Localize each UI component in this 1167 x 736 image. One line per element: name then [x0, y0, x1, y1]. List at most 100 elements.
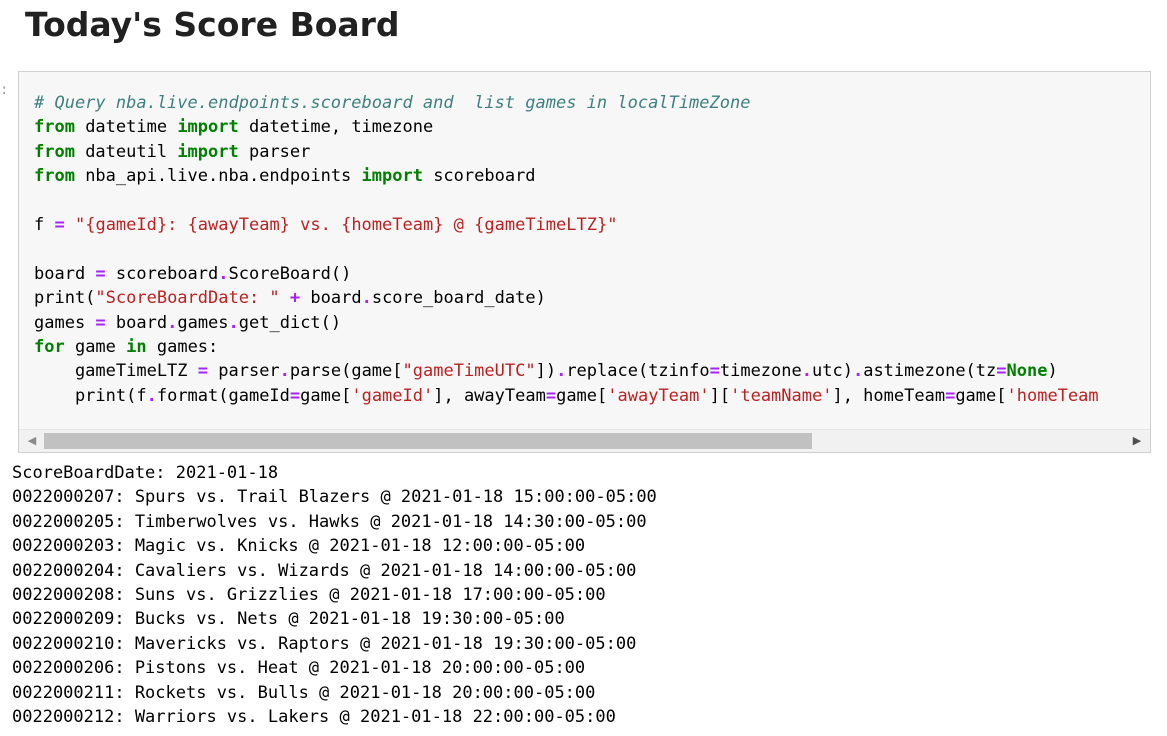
code-text: ScoreBoard(): [228, 263, 352, 284]
code-cell[interactable]: # Query nba.live.endpoints.scoreboard an…: [18, 71, 1151, 453]
code-keyword: import: [177, 141, 239, 162]
code-text: print(f: [34, 385, 147, 406]
code-operator: .: [279, 361, 290, 382]
code-text: get_dict(): [238, 312, 342, 333]
horizontal-scrollbar[interactable]: ◀ ▶: [19, 429, 1150, 452]
code-text: f: [34, 214, 55, 235]
scrollbar-thumb[interactable]: [44, 433, 812, 449]
code-operator: +: [289, 288, 301, 309]
code-string: 'homeTeam: [1006, 385, 1099, 406]
code-text: ][: [709, 385, 731, 406]
output-line: 0022000209: Bucks vs. Nets @ 2021-01-18 …: [12, 609, 565, 630]
code-operator: .: [167, 312, 178, 333]
code-operator: .: [801, 361, 812, 382]
code-line: # Query nba.live.endpoints.scoreboard an…: [34, 91, 1150, 115]
code-text: game[: [300, 385, 352, 406]
cell-output: ScoreBoardDate: 2021-01-18 0022000207: Sp…: [12, 461, 657, 729]
code-text: replace(tzinfo: [566, 361, 710, 382]
scroll-right-arrow-icon[interactable]: ▶: [1126, 430, 1148, 452]
code-line: games = board.games.get_dict(): [34, 311, 1150, 335]
code-text: ], awayTeam: [433, 385, 546, 406]
code-text: astimezone(tz: [863, 361, 997, 382]
code-text: utc): [812, 361, 853, 382]
code-keyword: from: [34, 117, 75, 138]
output-line: 0022000204: Cavaliers vs. Wizards @ 2021…: [12, 560, 637, 581]
code-operator: =: [289, 385, 301, 406]
code-operator: =: [197, 361, 209, 382]
code-text: datetime: [74, 117, 178, 138]
code-text: ): [1047, 361, 1058, 382]
code-operator: .: [218, 263, 229, 284]
code-operator: .: [228, 312, 239, 333]
cell-prompt: :: [0, 82, 9, 98]
code-text: game[: [556, 385, 608, 406]
code-line: from datetime import datetime, timezone: [34, 115, 1150, 139]
output-line: 0022000206: Pistons vs. Heat @ 2021-01-1…: [12, 658, 586, 679]
code-operator: =: [945, 385, 956, 406]
code-operator: =: [95, 263, 106, 284]
code-text: datetime, timezone: [238, 117, 434, 138]
code-text: board: [105, 312, 168, 333]
code-line: from dateutil import parser: [34, 140, 1150, 164]
code-operator: =: [709, 361, 720, 382]
code-text: games: [34, 312, 96, 333]
code-string: 'teamName': [730, 385, 833, 406]
code-text: parser: [238, 141, 311, 162]
code-keyword: for: [34, 336, 65, 357]
code-keyword: import: [361, 166, 423, 187]
code-operator: .: [146, 385, 157, 406]
code-text: gameTimeLTZ: [34, 361, 198, 382]
output-line: 0022000205: Timberwolves vs. Hawks @ 202…: [12, 511, 647, 532]
code-string: "ScoreBoardDate: ": [95, 288, 280, 309]
code-text: print(: [34, 288, 96, 309]
output-line: 0022000211: Rockets vs. Bulls @ 2021-01-…: [12, 682, 596, 703]
code-text: game[: [955, 385, 1007, 406]
code-line: print(f.format(gameId=game['gameId'], aw…: [34, 384, 1150, 408]
code-text: parser: [208, 361, 280, 382]
code-text: dateutil: [74, 141, 178, 162]
code-line: f = "{gameId}: {awayTeam} vs. {homeTeam}…: [34, 213, 1150, 237]
output-line: 0022000207: Spurs vs. Trail Blazers @ 20…: [12, 487, 657, 508]
code-text: board: [34, 263, 96, 284]
page-heading: Today's Score Board: [25, 5, 400, 44]
code-string: 'awayTeam': [607, 385, 710, 406]
code-operator: .: [556, 361, 567, 382]
code-text: game: [64, 336, 127, 357]
scroll-left-arrow-icon[interactable]: ◀: [21, 430, 43, 452]
code-text: nba_api.live.nba.endpoints: [74, 166, 362, 187]
code-keyword: import: [177, 117, 239, 138]
code-operator: =: [996, 361, 1007, 382]
code-text: parse(game[: [289, 361, 403, 382]
code-keyword: None: [1006, 361, 1048, 382]
code-text: games:: [146, 336, 219, 357]
code-keyword: from: [34, 141, 75, 162]
code-text: score_board_date): [371, 288, 546, 309]
code-line: for game in games:: [34, 335, 1150, 359]
output-line: 0022000208: Suns vs. Grizzlies @ 2021-01…: [12, 584, 606, 605]
code-operator: .: [361, 288, 372, 309]
code-string: "gameTimeUTC": [402, 361, 536, 382]
code-line: board = scoreboard.ScoreBoard(): [34, 262, 1150, 286]
output-line: 0022000210: Mavericks vs. Raptors @ 2021…: [12, 633, 637, 654]
code-operator: =: [54, 214, 65, 235]
code-text: ]): [535, 361, 557, 382]
output-line: 0022000203: Magic vs. Knicks @ 2021-01-1…: [12, 536, 586, 557]
code-string: "{gameId}: {awayTeam} vs. {homeTeam} @ {…: [74, 214, 618, 235]
code-operator: =: [95, 312, 106, 333]
output-line: ScoreBoardDate: 2021-01-18: [12, 463, 279, 483]
code-keyword: from: [34, 166, 75, 187]
code-text: scoreboard: [105, 263, 219, 284]
code-editor[interactable]: # Query nba.live.endpoints.scoreboard an…: [34, 91, 1150, 408]
code-text: format(gameId: [156, 385, 290, 406]
code-string: 'gameId': [351, 385, 434, 406]
code-text: ], homeTeam: [832, 385, 946, 406]
code-operator: =: [545, 385, 557, 406]
code-line: from nba_api.live.nba.endpoints import s…: [34, 164, 1150, 188]
output-line: 0022000212: Warriors vs. Lakers @ 2021-0…: [12, 706, 616, 727]
code-text: timezone: [719, 361, 802, 382]
code-operator: .: [852, 361, 864, 382]
